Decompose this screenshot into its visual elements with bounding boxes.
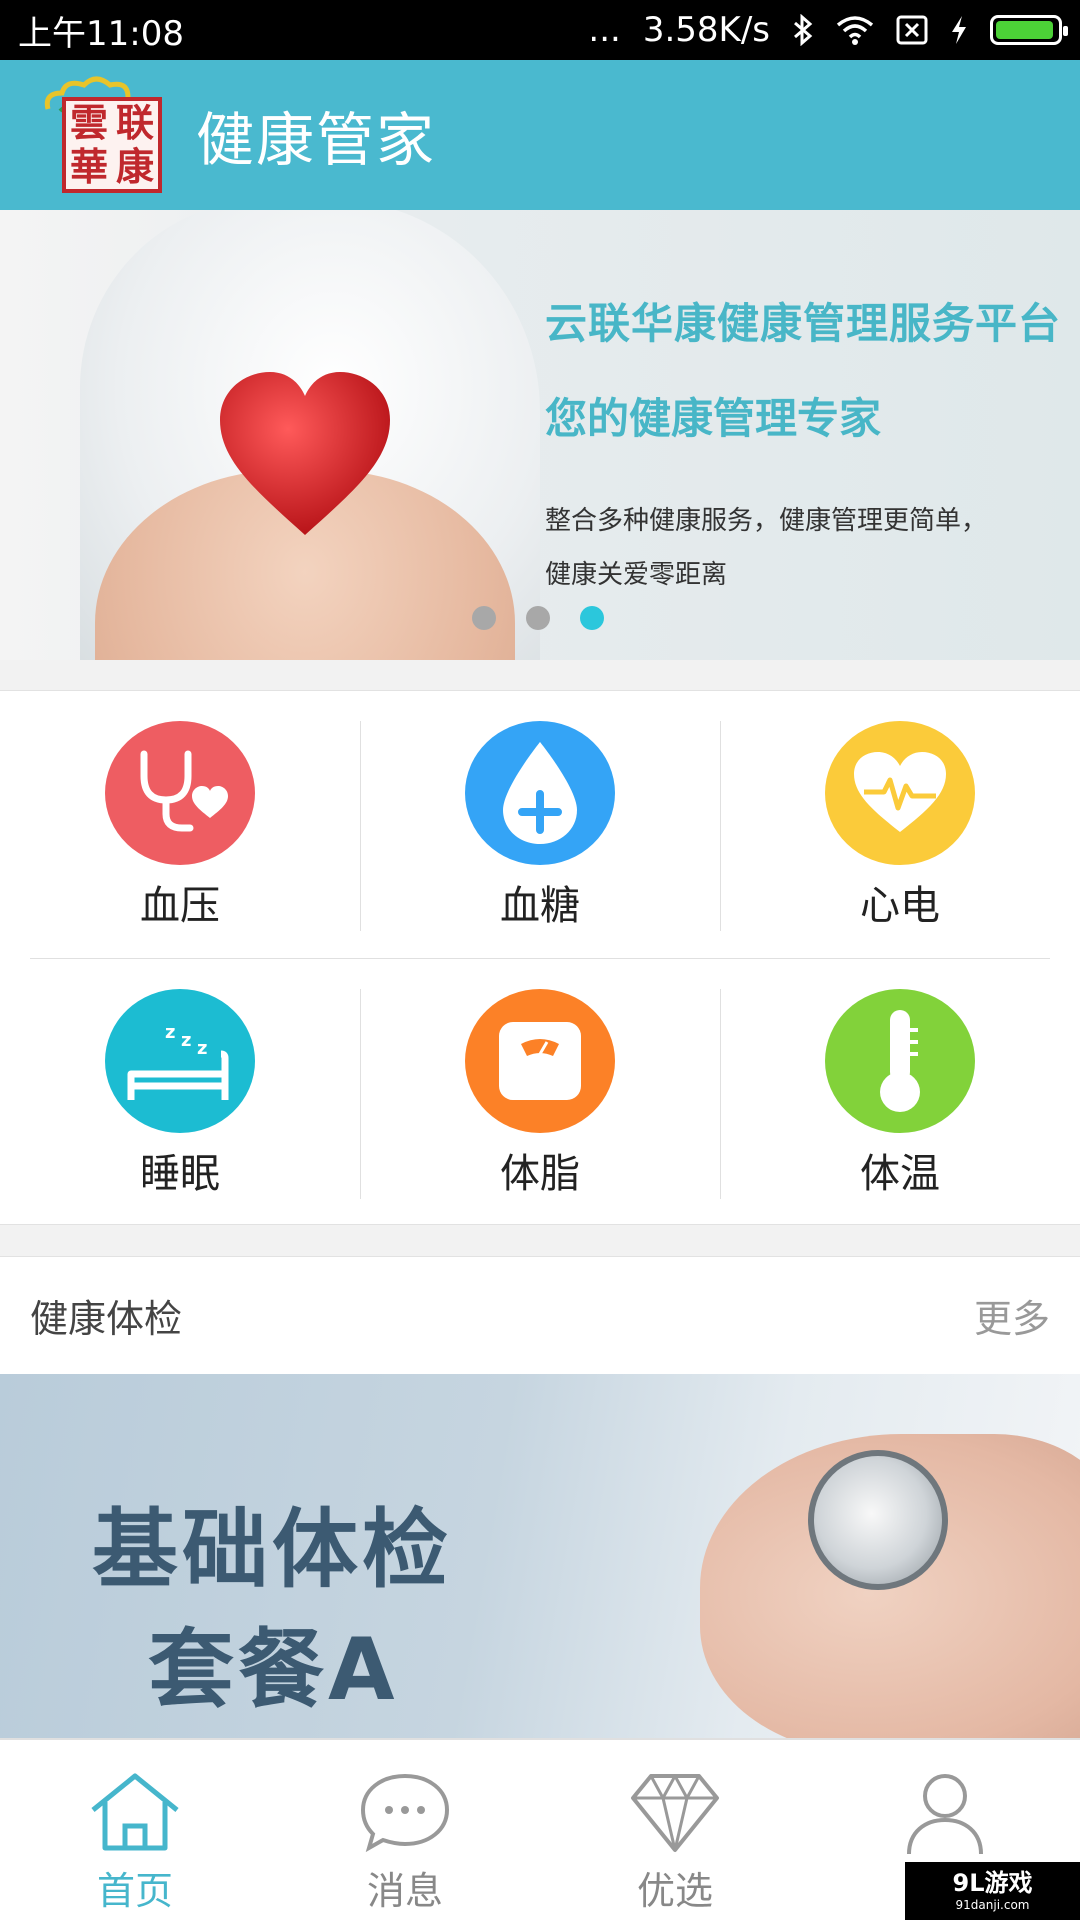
feature-label: 心电 bbox=[860, 883, 940, 929]
app-title: 健康管家 bbox=[196, 106, 437, 174]
feature-label: 血糖 bbox=[500, 883, 580, 929]
tab-featured[interactable]: 优选 bbox=[540, 1740, 810, 1920]
app-bar: 雲 联 華 康 健康管家 bbox=[0, 60, 1080, 210]
tab-home[interactable]: 首页 bbox=[0, 1740, 270, 1920]
bluetooth-icon bbox=[794, 14, 813, 46]
section-title: 健康体检 bbox=[30, 1297, 183, 1341]
checkup-package-card[interactable]: 基础体检 套餐A bbox=[0, 1374, 1080, 1738]
carousel-indicator bbox=[472, 606, 604, 630]
tab-label: 消息 bbox=[366, 1869, 443, 1913]
tab-messages[interactable]: 消息 bbox=[270, 1740, 540, 1920]
row-divider bbox=[30, 958, 1050, 959]
status-icons: ... 3.58K/s bbox=[588, 10, 1068, 50]
thermometer-icon bbox=[880, 1010, 920, 1112]
red-heart-icon bbox=[220, 372, 390, 535]
feature-temperature[interactable]: 体温 bbox=[720, 989, 1080, 1199]
banner-text: 云联华康健康管理服务平台 您的健康管理专家 整合多种健康服务，健康管理更简单， … bbox=[545, 290, 1061, 602]
feature-blood-sugar[interactable]: 血糖 bbox=[360, 721, 720, 931]
charging-icon bbox=[952, 16, 966, 44]
tab-label: 首页 bbox=[96, 1869, 173, 1913]
battery-icon bbox=[990, 15, 1068, 45]
promo-title-line2: 套餐A bbox=[148, 1620, 399, 1720]
feature-circle bbox=[825, 989, 975, 1133]
stethoscope-heart-icon bbox=[140, 750, 228, 832]
feature-circle bbox=[825, 721, 975, 865]
svg-text:z: z bbox=[197, 1038, 207, 1059]
feature-sleep[interactable]: z z z 睡眠 bbox=[0, 989, 360, 1199]
sim-off-icon bbox=[896, 15, 928, 45]
feature-body-fat[interactable]: 体脂 bbox=[360, 989, 720, 1199]
promo-title-line1: 基础体检 bbox=[92, 1500, 452, 1600]
svg-text:z: z bbox=[165, 1022, 175, 1043]
app-logo: 雲 联 華 康 bbox=[40, 71, 170, 199]
home-icon bbox=[91, 1773, 179, 1851]
status-bar: 上午11:08 ... 3.58K/s bbox=[0, 0, 1080, 60]
feature-label: 血压 bbox=[140, 883, 220, 929]
feature-circle: z z z bbox=[105, 989, 255, 1133]
feature-label: 体温 bbox=[860, 1151, 940, 1197]
network-speed: 3.58K/s bbox=[642, 10, 770, 50]
feature-blood-pressure[interactable]: 血压 bbox=[0, 721, 360, 931]
feature-label: 体脂 bbox=[500, 1151, 580, 1197]
heart-ecg-icon bbox=[854, 752, 946, 832]
carousel-dot[interactable] bbox=[472, 606, 496, 630]
wifi-icon bbox=[836, 16, 874, 45]
banner-subheadline: 您的健康管理专家 bbox=[545, 394, 882, 443]
chat-bubble-icon bbox=[360, 1773, 450, 1853]
feature-circle bbox=[465, 989, 615, 1133]
blood-drop-plus-icon bbox=[503, 742, 577, 844]
checkup-section-header: 健康体检 更多 bbox=[0, 1256, 1080, 1374]
stethoscope-image bbox=[808, 1450, 948, 1590]
carousel-dot-active[interactable] bbox=[580, 606, 604, 630]
feature-ecg[interactable]: 心电 bbox=[720, 721, 1080, 931]
feature-row: 血压 血糖 心电 bbox=[0, 721, 1080, 931]
bed-zzz-icon: z z z bbox=[127, 1022, 229, 1100]
banner-carousel[interactable]: 云联华康健康管理服务平台 您的健康管理专家 整合多种健康服务，健康管理更简单， … bbox=[0, 210, 1080, 660]
feature-circle bbox=[465, 721, 615, 865]
signal-dots: ... bbox=[588, 10, 621, 50]
scale-icon bbox=[499, 1022, 581, 1100]
banner-headline: 云联华康健康管理服务平台 bbox=[545, 299, 1062, 348]
more-link[interactable]: 更多 bbox=[974, 1288, 1050, 1343]
feature-circle bbox=[105, 721, 255, 865]
user-icon bbox=[907, 1774, 983, 1854]
carousel-dot[interactable] bbox=[526, 606, 550, 630]
diamond-icon bbox=[631, 1774, 719, 1852]
banner-body: 整合多种健康服务，健康管理更简单， 健康关爱零距离 bbox=[545, 506, 988, 590]
feature-row: z z z 睡眠 体脂 体温 bbox=[0, 989, 1080, 1199]
feature-grid: 血压 血糖 心电 z z z 睡眠 体脂 体温 bbox=[0, 690, 1080, 1225]
tab-label: 优选 bbox=[636, 1869, 713, 1913]
watermark: 9L游戏 91danji.com bbox=[905, 1862, 1080, 1920]
feature-label: 睡眠 bbox=[140, 1151, 220, 1197]
status-time: 上午11:08 bbox=[18, 13, 184, 54]
logo-seal: 雲 联 華 康 bbox=[62, 97, 162, 193]
svg-text:z: z bbox=[181, 1030, 191, 1051]
